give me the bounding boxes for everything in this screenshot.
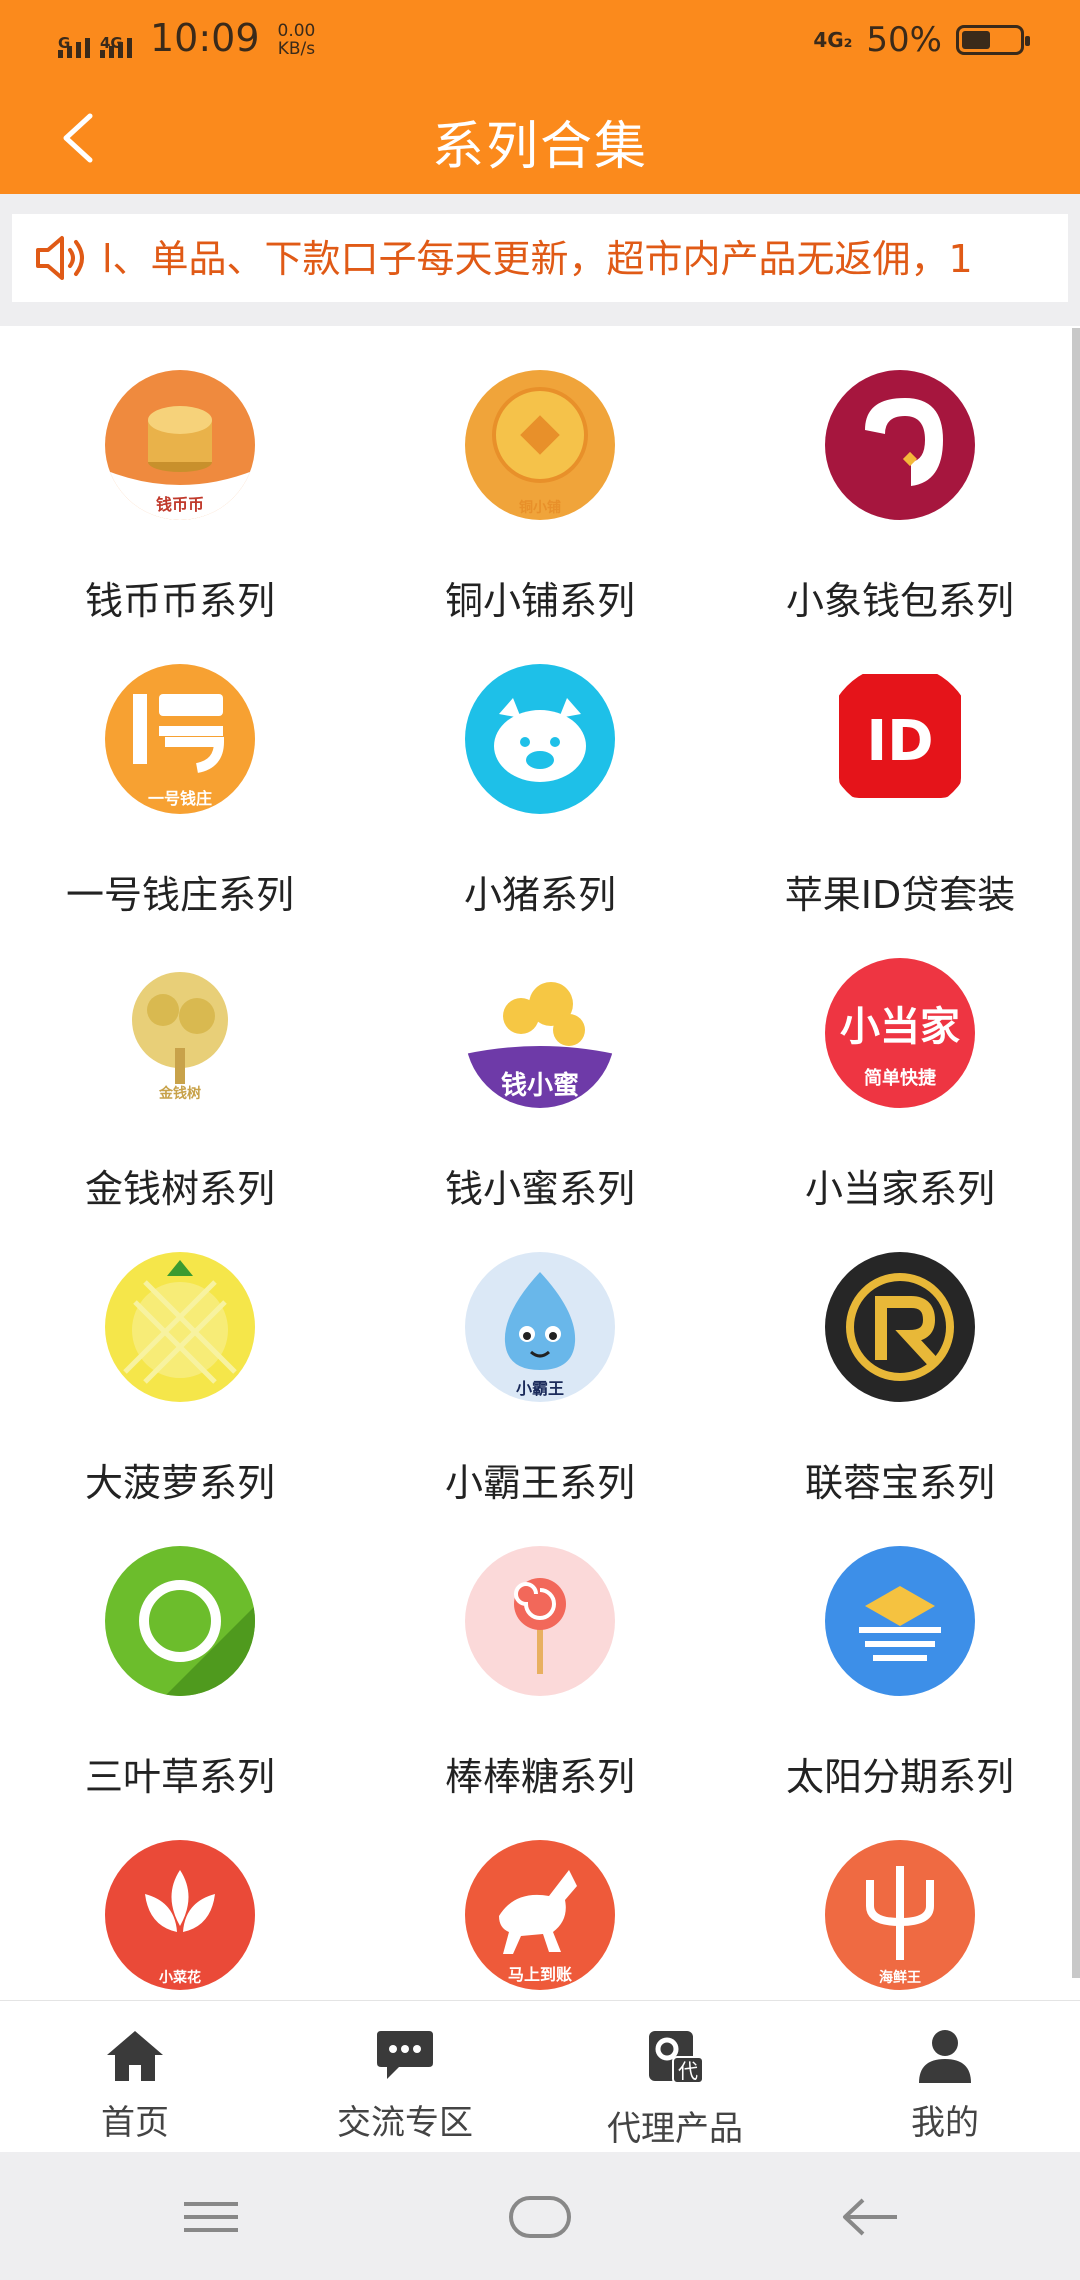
series-name: 钱小蜜系列 bbox=[444, 1167, 635, 1211]
lollipop-icon bbox=[465, 1546, 615, 1696]
back-arrow-icon[interactable] bbox=[835, 2192, 905, 2242]
svg-text:小当家: 小当家 bbox=[840, 1004, 960, 1050]
coin-stack-icon: 钱币币 bbox=[105, 370, 255, 520]
series-item[interactable]: 小象钱包系列 bbox=[720, 330, 1080, 624]
lotus-icon: 小菜花 bbox=[105, 1840, 255, 1990]
horse-icon: 马上到账 bbox=[465, 1840, 615, 1990]
series-item[interactable]: 钱小蜜 钱小蜜系列 bbox=[360, 918, 720, 1212]
series-item[interactable]: 联蓉宝系列 bbox=[720, 1212, 1080, 1506]
series-item[interactable]: 三叶草系列 bbox=[0, 1506, 360, 1800]
series-name: 三叶草系列 bbox=[84, 1755, 275, 1799]
trident-icon: 海鲜王 bbox=[825, 1840, 975, 1990]
speaker-icon bbox=[32, 232, 88, 284]
series-name: 联蓉宝系列 bbox=[804, 1461, 995, 1505]
green-ring-icon bbox=[105, 1546, 255, 1696]
series-name: 大菠萝系列 bbox=[84, 1461, 275, 1505]
series-name: 小象钱包系列 bbox=[785, 579, 1014, 623]
series-name: 小霸王系列 bbox=[444, 1461, 635, 1505]
series-item[interactable]: 钱币币 钱币币系列 bbox=[0, 330, 360, 624]
battery-percent: 50% bbox=[866, 20, 942, 60]
notice-marquee[interactable]: l、单品、下款口子每天更新，超市内产品无返佣，1 bbox=[12, 214, 1068, 302]
copper-coin-icon: 铜小铺 bbox=[465, 370, 615, 520]
elephant-icon bbox=[825, 370, 975, 520]
svg-text:ID: ID bbox=[866, 709, 933, 774]
tab-label: 代理产品 bbox=[607, 2109, 743, 2149]
yihao-logo-icon: 一号钱庄 bbox=[105, 664, 255, 814]
tab-agent-products[interactable]: 代 代理产品 bbox=[540, 2001, 810, 2153]
signal-icon: G bbox=[58, 34, 90, 58]
series-name: 金钱树系列 bbox=[84, 1167, 275, 1211]
tab-label: 我的 bbox=[911, 2103, 979, 2143]
svg-text:马上到账: 马上到账 bbox=[508, 1965, 572, 1984]
series-item[interactable]: 金钱树 金钱树系列 bbox=[0, 918, 360, 1212]
series-name: 铜小铺系列 bbox=[444, 579, 635, 623]
agent-gear-icon: 代 bbox=[645, 2027, 705, 2085]
series-item[interactable]: 一号钱庄一号钱庄系列 bbox=[0, 624, 360, 918]
tab-chat[interactable]: 交流专区 bbox=[270, 2001, 540, 2153]
series-item[interactable]: 棒棒糖系列 bbox=[360, 1506, 720, 1800]
notice-bar: l、单品、下款口子每天更新，超市内产品无返佣，1 bbox=[0, 194, 1080, 326]
system-nav-bar bbox=[0, 2152, 1080, 2280]
speed-value: 0.00 bbox=[277, 21, 316, 41]
series-name: 钱币币系列 bbox=[84, 579, 275, 623]
series-name: 小当家系列 bbox=[804, 1167, 995, 1211]
menu-icon[interactable] bbox=[176, 2192, 246, 2242]
mascot-icon: 小霸王 bbox=[465, 1252, 615, 1402]
xiaodangjia-logo-icon: 小当家 简单快捷 bbox=[825, 958, 975, 1108]
status-right: 4G₂ 50% bbox=[813, 20, 1030, 60]
network-type: 4G₂ bbox=[813, 28, 853, 52]
speed-unit: KB/s bbox=[277, 39, 316, 59]
network-speed: 0.00 KB/s bbox=[278, 22, 316, 58]
series-item[interactable]: 铜小铺 铜小铺系列 bbox=[360, 330, 720, 624]
battery-icon bbox=[956, 25, 1030, 55]
tab-bar: 首页 交流专区 代 代理产品 我的 bbox=[0, 2000, 1080, 2152]
status-bar: G 4G 10:09 0.00 KB/s 4G₂ 50% bbox=[0, 0, 1080, 82]
series-name: 棒棒糖系列 bbox=[444, 1755, 635, 1799]
agent-icon-text: 代 bbox=[678, 2059, 698, 2083]
svg-text:小菜花: 小菜花 bbox=[159, 1969, 201, 1986]
signal-label: G bbox=[58, 34, 71, 52]
pineapple-icon bbox=[105, 1252, 255, 1402]
header: 系列合集 bbox=[0, 82, 1080, 194]
series-item[interactable]: 太阳分期系列 bbox=[720, 1506, 1080, 1800]
svg-text:钱币币: 钱币币 bbox=[156, 495, 204, 514]
tab-label: 交流专区 bbox=[337, 2103, 473, 2143]
page-title: 系列合集 bbox=[431, 117, 648, 177]
user-icon bbox=[915, 2027, 975, 2085]
coins-bag-icon: 钱小蜜 bbox=[465, 958, 615, 1108]
svg-text:简单快捷: 简单快捷 bbox=[864, 1067, 937, 1089]
series-item[interactable]: 小当家简单快捷小当家系列 bbox=[720, 918, 1080, 1212]
tab-home[interactable]: 首页 bbox=[0, 2001, 270, 2153]
series-item[interactable]: 大菠萝系列 bbox=[0, 1212, 360, 1506]
home-icon bbox=[105, 2027, 165, 2085]
svg-text:小霸王: 小霸王 bbox=[516, 1379, 564, 1398]
signal-label-2: 4G bbox=[100, 34, 123, 52]
signal-icon-2: 4G bbox=[100, 34, 132, 58]
money-tree-icon: 金钱树 bbox=[105, 958, 255, 1108]
tab-label: 首页 bbox=[101, 2103, 169, 2143]
tab-mine[interactable]: 我的 bbox=[810, 2001, 1080, 2153]
r-logo-icon bbox=[825, 1252, 975, 1402]
sun-waves-icon bbox=[825, 1546, 975, 1696]
clock: 10:09 bbox=[150, 16, 260, 60]
id-badge-icon: ID bbox=[825, 664, 975, 814]
chat-icon bbox=[375, 2027, 435, 2085]
home-pill-icon[interactable] bbox=[505, 2192, 575, 2242]
svg-text:铜小铺: 铜小铺 bbox=[519, 499, 561, 516]
svg-text:钱小蜜: 钱小蜜 bbox=[501, 1070, 579, 1101]
series-name: 苹果ID贷套装 bbox=[784, 873, 1016, 917]
series-name: 小猪系列 bbox=[463, 873, 616, 917]
notice-text: l、单品、下款口子每天更新，超市内产品无返佣，1 bbox=[102, 237, 973, 281]
series-name: 一号钱庄系列 bbox=[65, 873, 294, 917]
series-item[interactable]: 小霸王 小霸王系列 bbox=[360, 1212, 720, 1506]
status-left: G 4G 10:09 0.00 KB/s bbox=[58, 18, 315, 58]
series-item[interactable]: ID 苹果ID贷套装 bbox=[720, 624, 1080, 918]
series-item[interactable]: 小猪系列 bbox=[360, 624, 720, 918]
svg-text:金钱树: 金钱树 bbox=[158, 1085, 201, 1102]
series-name: 太阳分期系列 bbox=[785, 1755, 1014, 1799]
pig-icon bbox=[465, 664, 615, 814]
svg-text:海鲜王: 海鲜王 bbox=[879, 1969, 921, 1986]
svg-text:一号钱庄: 一号钱庄 bbox=[148, 789, 212, 808]
